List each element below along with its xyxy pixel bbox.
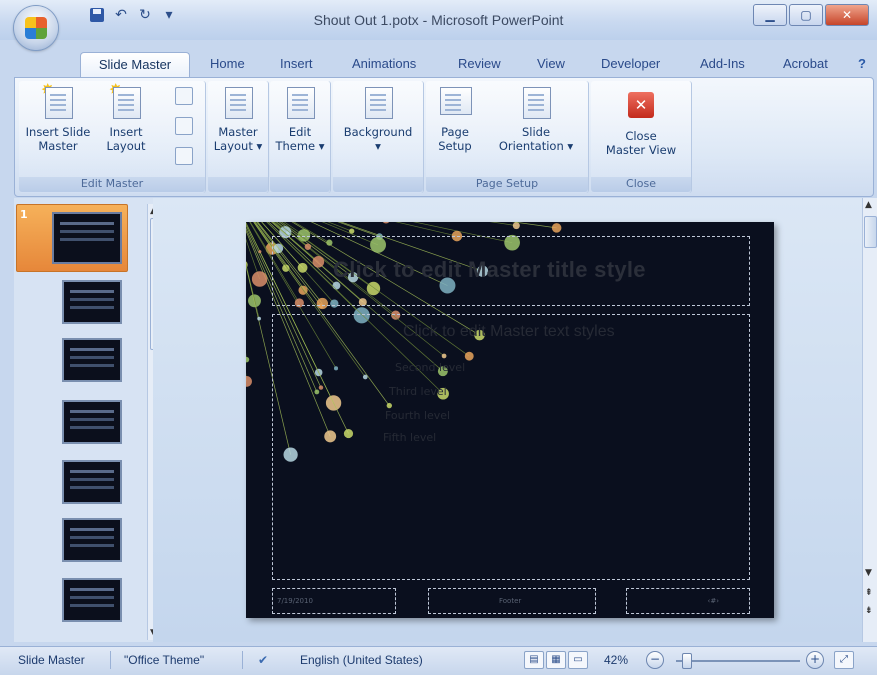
tab-insert[interactable]: Insert (280, 56, 313, 71)
footer-placeholder-text: Footer (499, 597, 521, 605)
preserve-icon[interactable] (175, 147, 193, 165)
body-level3-text: Third level (389, 385, 447, 398)
slide-number: 1 (20, 208, 28, 221)
thumbnail-layout[interactable] (62, 460, 122, 504)
rename-icon[interactable] (175, 117, 193, 135)
date-placeholder[interactable]: 7/19/2010 (272, 588, 396, 614)
group-page-setup: Page Setup Slide Orientation ▾ Page Setu… (426, 81, 589, 193)
window-title: Shout Out 1.potx - Microsoft PowerPoint (0, 12, 877, 28)
status-language[interactable]: English (United States) (300, 653, 423, 667)
zoom-in-icon[interactable]: + (806, 651, 824, 669)
tab-acrobat[interactable]: Acrobat (783, 56, 828, 71)
page-setup-button[interactable]: Page Setup (430, 85, 480, 153)
background-button[interactable]: Background ▾ (335, 85, 421, 153)
background-styles-icon (365, 87, 393, 119)
thumbnail-slide-master[interactable] (52, 212, 122, 264)
office-logo-icon (25, 17, 47, 39)
tab-add-ins[interactable]: Add-Ins (700, 56, 745, 71)
master-layout-button[interactable]: Master Layout ▾ (210, 85, 266, 153)
thumbnail-layout[interactable] (62, 578, 122, 622)
zoom-level[interactable]: 42% (604, 653, 628, 667)
group-edit-theme: Edit Theme ▾ (270, 81, 331, 193)
layout-icon (113, 87, 141, 119)
thumbnail-layout[interactable] (62, 280, 122, 324)
tab-developer[interactable]: Developer (601, 56, 660, 71)
next-slide-icon[interactable]: ⇟ (865, 606, 873, 616)
body-level1-text: Click to edit Master text styles (403, 323, 615, 341)
status-view-name: Slide Master (18, 653, 85, 667)
title-placeholder[interactable]: Click to edit Master title style (272, 236, 750, 306)
group-label-close: Close (591, 177, 691, 192)
ribbon: ✸ Insert Slide Master ✸ Insert Layout Ed… (14, 77, 874, 197)
group-label-page-setup: Page Setup (426, 177, 588, 192)
previous-slide-icon[interactable]: ⇞ (865, 588, 873, 598)
thumbnail-layout[interactable] (62, 400, 122, 444)
slide-number-placeholder-text: ‹#› (708, 597, 719, 605)
title-placeholder-text: Click to edit Master title style (333, 257, 646, 283)
zoom-out-icon[interactable]: − (646, 651, 664, 669)
normal-view-icon[interactable]: ▤ (524, 651, 544, 669)
body-level2-text: Second level (395, 361, 465, 374)
maximize-icon: ▢ (800, 8, 811, 22)
vertical-scrollbar[interactable]: ▲ ▼ ⇞ ⇟ (862, 198, 877, 642)
date-placeholder-text: 7/19/2010 (277, 597, 313, 605)
status-bar: Slide Master "Office Theme" ✔ English (U… (0, 646, 877, 675)
tab-view[interactable]: View (537, 56, 565, 71)
window-controls: ▁ ▢ ✕ (753, 4, 869, 26)
group-master-layout: Master Layout ▾ (208, 81, 269, 193)
close-master-view-icon: ✕ (628, 92, 654, 118)
slide-master-icon (45, 87, 73, 119)
office-button[interactable] (14, 6, 58, 50)
master-layout-icon (225, 87, 253, 119)
body-level5-text: Fifth level (383, 431, 436, 444)
slide-show-view-icon[interactable]: ▭ (568, 651, 588, 669)
maximize-button[interactable]: ▢ (789, 4, 823, 26)
tab-home[interactable]: Home (210, 56, 245, 71)
slide-orientation-icon (523, 87, 551, 119)
ribbon-tabs: Slide Master Home Insert Animations Revi… (0, 40, 877, 78)
slide-thumbnail-pane: 1 ▲ ▼ (14, 198, 153, 642)
thumbnail-layout[interactable] (62, 338, 122, 382)
scroll-down-icon[interactable]: ▼ (865, 568, 872, 578)
zoom-slider[interactable] (676, 660, 800, 662)
tab-review[interactable]: Review (458, 56, 501, 71)
slide-sorter-view-icon[interactable]: ▦ (546, 651, 566, 669)
close-master-view-button[interactable]: ✕ Close Master View (595, 85, 687, 157)
title-bar: ↶ ↻ ▾ Shout Out 1.potx - Microsoft Power… (0, 0, 877, 40)
delete-icon[interactable] (175, 87, 193, 105)
slide-number-placeholder[interactable]: ‹#› (626, 588, 750, 614)
insert-slide-master-button[interactable]: ✸ Insert Slide Master (23, 85, 93, 153)
group-background: Background ▾ (333, 81, 424, 193)
group-close: ✕ Close Master View Close (591, 81, 692, 193)
help-icon[interactable]: ? (858, 56, 866, 71)
vertical-scrollbar-thumb[interactable] (864, 216, 877, 248)
minimize-button[interactable]: ▁ (753, 4, 787, 26)
status-theme-name[interactable]: "Office Theme" (124, 653, 204, 667)
group-label-edit-master: Edit Master (19, 177, 205, 192)
body-placeholder[interactable]: Click to edit Master text styles Second … (272, 314, 750, 580)
zoom-slider-knob[interactable] (682, 653, 692, 669)
insert-layout-button[interactable]: ✸ Insert Layout (99, 85, 153, 153)
slide-master-canvas[interactable]: Click to edit Master title style Click t… (246, 222, 774, 618)
body-level4-text: Fourth level (385, 409, 450, 422)
close-icon: ✕ (842, 8, 852, 22)
tab-animations[interactable]: Animations (352, 56, 416, 71)
fit-to-window-icon[interactable]: ⤢ (834, 651, 854, 669)
thumbnail-layout[interactable] (62, 518, 122, 562)
edit-theme-button[interactable]: Edit Theme ▾ (272, 85, 328, 153)
group-edit-master: ✸ Insert Slide Master ✸ Insert Layout Ed… (19, 81, 206, 193)
page-setup-icon (440, 87, 472, 115)
scroll-up-icon[interactable]: ▲ (865, 200, 872, 210)
minimize-icon: ▁ (765, 8, 774, 22)
slide-orientation-button[interactable]: Slide Orientation ▾ (488, 85, 584, 153)
slide-editing-area: Click to edit Master title style Click t… (153, 198, 863, 642)
close-button[interactable]: ✕ (825, 4, 869, 26)
footer-placeholder[interactable]: Footer (428, 588, 596, 614)
theme-icon (287, 87, 315, 119)
spell-check-icon[interactable]: ✔ (258, 653, 268, 667)
